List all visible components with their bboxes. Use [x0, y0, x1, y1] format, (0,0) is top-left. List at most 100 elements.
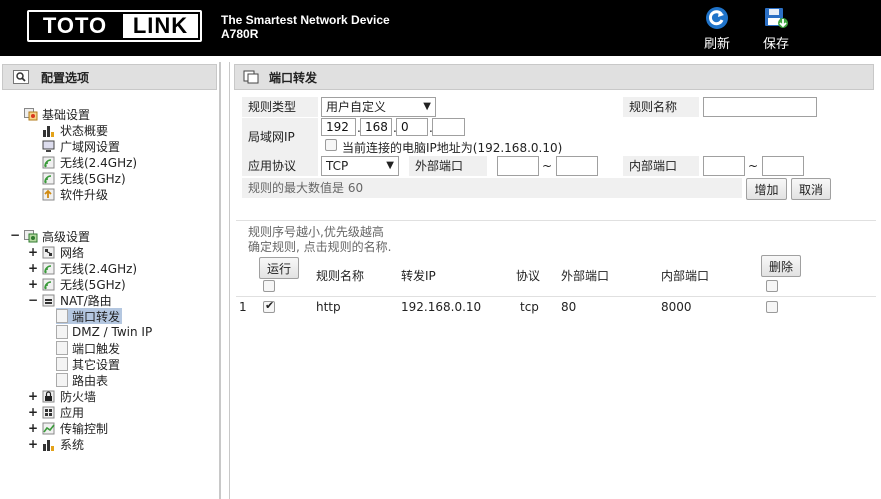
page-icon [56, 341, 68, 355]
tree-item-port-trigger[interactable]: 端口触发 [56, 340, 120, 356]
delete-button[interactable]: 删除 [761, 255, 801, 277]
row-index: 1 [239, 300, 247, 314]
tree-basic-settings[interactable]: 基础设置 [24, 106, 90, 122]
tree-item-other-settings[interactable]: 其它设置 [56, 356, 120, 372]
tree-item-network-label: 网络 [60, 245, 85, 260]
row-protocol: tcp [520, 300, 539, 314]
tree-item-port-forwarding[interactable]: 端口转发 [56, 308, 123, 324]
tree-item-wan-label: 广域网设置 [60, 139, 121, 154]
tree-item-wifi5[interactable]: 无线(5GHz) [42, 170, 126, 186]
cancel-button[interactable]: 取消 [791, 178, 831, 200]
int-port-from-input[interactable] [703, 156, 745, 176]
sidebar-title: 配置选项 [41, 70, 90, 85]
tree-item-wan[interactable]: 广域网设置 [42, 138, 120, 154]
lan-ip-label: 局域网IP [242, 118, 318, 156]
tree-item-network[interactable]: + 网络 [28, 244, 84, 260]
current-ip-text: 当前连接的电脑IP地址为(192.168.0.10) [342, 141, 563, 155]
range-tilde: ~ [748, 159, 759, 173]
col-int-port: 内部端口 [661, 269, 710, 283]
protocol-select[interactable]: TCP ▼ [321, 156, 399, 176]
page-title: 端口转发 [269, 70, 318, 85]
expand-toggle-icon[interactable]: + [28, 261, 38, 275]
lan-ip-octet-4[interactable] [432, 118, 465, 136]
ext-port-to-input[interactable] [556, 156, 598, 176]
row-delete-checkbox[interactable] [766, 301, 778, 313]
tree-item-nat-label: NAT/路由 [60, 293, 112, 308]
page-icon [56, 325, 68, 339]
rule-type-label: 规则类型 [242, 97, 318, 117]
divider [236, 220, 876, 221]
expand-toggle-icon[interactable]: + [28, 277, 38, 291]
expand-toggle-icon[interactable]: + [28, 405, 38, 419]
tree-item-traffic-control[interactable]: + 传输控制 [28, 420, 108, 436]
click-name-note: 确定规则, 点击规则的名称. [248, 240, 392, 254]
select-all-run-checkbox[interactable] [263, 280, 275, 292]
save-button[interactable]: 保存 [756, 6, 796, 52]
totolink-logo: TOTO LINK [27, 10, 202, 42]
tree-item-dmz[interactable]: DMZ / Twin IP [56, 324, 152, 340]
rule-type-value: 用户自定义 [326, 100, 387, 114]
port-forward-page-icon [243, 70, 259, 84]
tree-item-other-settings-label: 其它设置 [72, 357, 121, 372]
dropdown-arrow-icon: ▼ [423, 101, 431, 112]
tree-item-status[interactable]: 状态概要 [42, 122, 108, 138]
use-current-ip-checkbox[interactable] [325, 139, 337, 151]
collapse-toggle-icon[interactable]: − [28, 293, 38, 307]
page-icon [56, 373, 68, 387]
run-button[interactable]: 运行 [259, 257, 299, 279]
row-ext-port: 80 [561, 300, 577, 314]
expand-toggle-icon[interactable]: + [28, 389, 38, 403]
model-name: A780R [221, 27, 259, 41]
tree-item-wifi24-label: 无线(2.4GHz) [60, 155, 138, 170]
add-button[interactable]: 增加 [746, 178, 787, 200]
tree-item-system[interactable]: + 系统 [28, 436, 84, 452]
slogan-text: The Smartest Network Device [221, 13, 390, 27]
rule-type-select[interactable]: 用户自定义 ▼ [321, 97, 436, 117]
tree-item-upgrade[interactable]: 软件升级 [42, 186, 108, 202]
tree-item-system-label: 系统 [60, 437, 85, 452]
expand-toggle-icon[interactable]: + [28, 421, 38, 435]
tree-advanced-settings[interactable]: − 高级设置 [10, 228, 90, 244]
tree-item-adv-wifi24[interactable]: + 无线(2.4GHz) [28, 260, 137, 276]
tree-item-routing-table[interactable]: 路由表 [56, 372, 108, 388]
header: TOTO LINK The Smartest Network Device A7… [0, 0, 881, 56]
tree-item-apps[interactable]: + 应用 [28, 404, 84, 420]
tree-item-traffic-control-label: 传输控制 [60, 421, 109, 436]
basic-settings-folder-icon [24, 107, 38, 120]
col-protocol: 协议 [516, 269, 541, 283]
tree-basic-label: 基础设置 [42, 107, 91, 122]
lan-ip-octet-3[interactable]: 0 [396, 118, 428, 136]
lan-ip-octet-1[interactable]: 192 [321, 118, 356, 136]
select-all-delete-checkbox[interactable] [766, 280, 778, 292]
refresh-button[interactable]: 刷新 [697, 6, 737, 52]
device-info: The Smartest Network Device A780R [221, 13, 390, 41]
tree-item-wifi5-label: 无线(5GHz) [60, 171, 126, 186]
tree-item-adv-wifi5[interactable]: + 无线(5GHz) [28, 276, 126, 292]
expand-toggle-icon[interactable]: + [28, 245, 38, 259]
collapse-toggle-icon[interactable]: − [10, 228, 20, 242]
int-port-to-input[interactable] [762, 156, 804, 176]
col-ext-port: 外部端口 [561, 269, 610, 283]
range-tilde: ~ [542, 159, 553, 173]
main-title-bar: 端口转发 [234, 64, 874, 90]
ext-port-from-input[interactable] [497, 156, 539, 176]
tree-item-wifi24[interactable]: 无线(2.4GHz) [42, 154, 137, 170]
expand-toggle-icon[interactable]: + [28, 437, 38, 451]
lock-icon [42, 390, 55, 402]
rule-name-input[interactable] [703, 97, 817, 117]
ext-port-label: 外部端口 [409, 156, 487, 176]
tree-item-upgrade-label: 软件升级 [60, 187, 109, 202]
tree-item-firewall[interactable]: + 防火墙 [28, 388, 96, 404]
row-forward-ip: 192.168.0.10 [401, 300, 482, 314]
logo-text-link: LINK [123, 13, 198, 38]
table-divider [236, 296, 876, 297]
save-label: 保存 [762, 37, 789, 52]
row-run-checkbox[interactable] [263, 299, 275, 313]
page-icon [56, 309, 68, 323]
network-icon [42, 246, 55, 258]
tree-item-nat[interactable]: − NAT/路由 [28, 292, 112, 308]
refresh-icon [706, 7, 728, 29]
lan-ip-octet-2[interactable]: 168 [360, 118, 392, 136]
int-port-label: 内部端口 [623, 156, 699, 176]
row-rule-name-link[interactable]: http [316, 300, 341, 314]
